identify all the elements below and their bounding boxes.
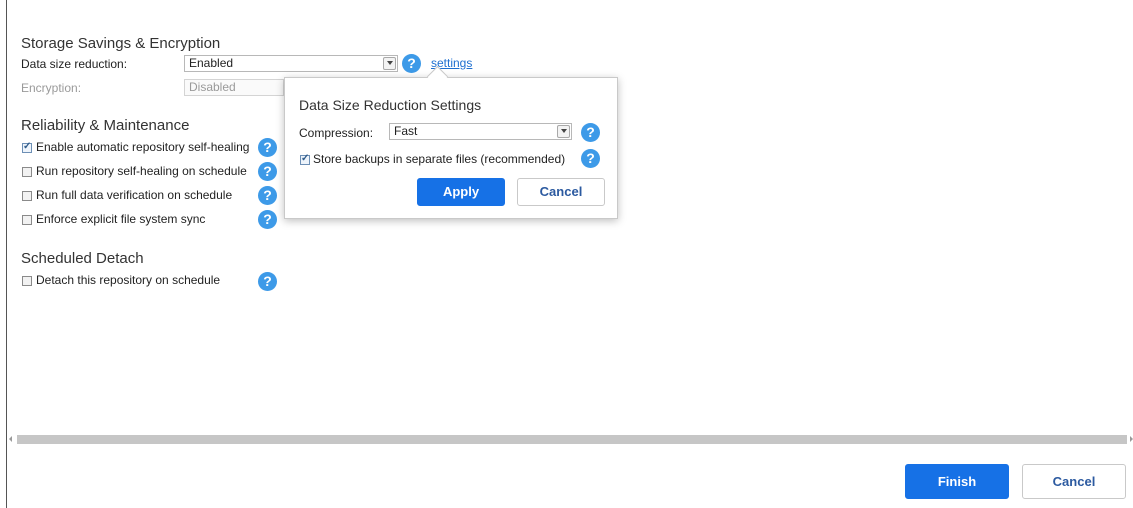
apply-button[interactable]: Apply <box>417 178 505 206</box>
help-icon[interactable] <box>258 186 277 205</box>
scrollbar-thumb[interactable] <box>17 435 1127 444</box>
scroll-left-icon[interactable] <box>9 436 12 442</box>
self-healing-label: Enable automatic repository self-healing <box>36 140 250 154</box>
help-icon[interactable] <box>258 210 277 229</box>
encryption-value: Disabled <box>189 80 236 94</box>
help-icon[interactable] <box>258 138 277 157</box>
popover-title: Data Size Reduction Settings <box>299 97 482 113</box>
data-size-reduction-select[interactable]: Enabled <box>184 55 398 72</box>
detach-schedule-label: Detach this repository on schedule <box>36 273 221 287</box>
detach-section-heading: Scheduled Detach <box>21 250 144 267</box>
file-system-sync-checkbox[interactable] <box>22 215 32 225</box>
reliability-section-heading: Reliability & Maintenance <box>21 117 190 134</box>
encryption-label: Encryption: <box>21 81 82 95</box>
detach-schedule-checkbox[interactable] <box>22 276 32 286</box>
chevron-down-icon[interactable] <box>557 125 570 138</box>
store-separate-files-label: Store backups in separate files (recomme… <box>313 152 566 166</box>
help-icon[interactable] <box>258 272 277 291</box>
chevron-down-icon[interactable] <box>383 57 396 70</box>
help-icon[interactable] <box>581 123 600 142</box>
encryption-select: Disabled <box>184 79 284 96</box>
popover-cancel-button[interactable]: Cancel <box>517 178 605 206</box>
data-verification-label: Run full data verification on schedule <box>36 188 233 202</box>
help-icon[interactable] <box>402 54 421 73</box>
finish-button[interactable]: Finish <box>905 464 1009 499</box>
data-size-reduction-label: Data size reduction: <box>21 57 128 71</box>
cancel-button[interactable]: Cancel <box>1022 464 1126 499</box>
compression-label: Compression: <box>299 126 374 140</box>
self-healing-schedule-checkbox[interactable] <box>22 167 32 177</box>
compression-select[interactable]: Fast <box>389 123 572 140</box>
file-system-sync-label: Enforce explicit file system sync <box>36 212 206 226</box>
help-icon[interactable] <box>258 162 277 181</box>
self-healing-checkbox[interactable] <box>22 141 32 153</box>
data-verification-checkbox[interactable] <box>22 191 32 201</box>
self-healing-schedule-label: Run repository self-healing on schedule <box>36 164 247 178</box>
compression-value: Fast <box>394 124 418 138</box>
help-icon[interactable] <box>581 149 600 168</box>
data-size-reduction-value: Enabled <box>189 56 234 70</box>
horizontal-scrollbar[interactable] <box>8 433 1133 446</box>
storage-section-heading: Storage Savings & Encryption <box>21 35 221 52</box>
store-separate-files-checkbox[interactable] <box>300 153 310 165</box>
